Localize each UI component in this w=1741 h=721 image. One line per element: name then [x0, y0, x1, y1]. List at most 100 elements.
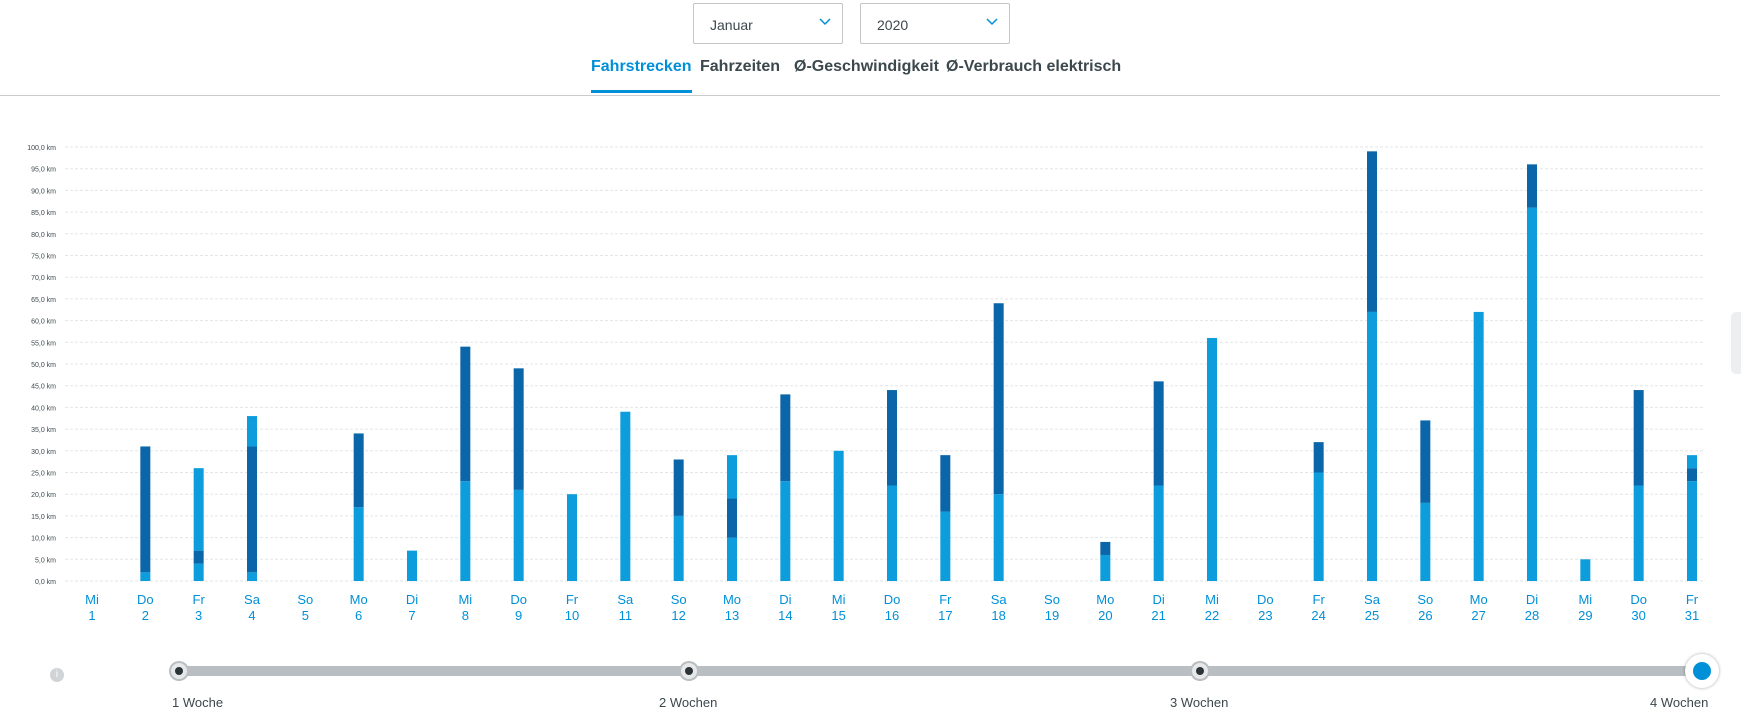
y-tick-label: 60,0 km [31, 319, 56, 326]
side-scroll-handle[interactable] [1731, 312, 1741, 374]
bar-segment[interactable] [247, 572, 257, 581]
bar-segment[interactable] [1633, 390, 1644, 486]
bar-segment[interactable] [1527, 207, 1537, 581]
y-tick-label: 50,0 km [31, 362, 56, 369]
bar-segment[interactable] [1687, 468, 1697, 482]
y-tick-label: 10,0 km [31, 536, 56, 543]
bar-segment[interactable] [887, 485, 897, 581]
x-tick-day: 18 [991, 608, 1005, 623]
bar-segment[interactable] [140, 446, 151, 573]
bar-segment[interactable] [513, 489, 524, 581]
bar-segment[interactable] [1633, 485, 1644, 581]
bar-segment[interactable] [460, 481, 471, 581]
bar-segment[interactable] [620, 411, 631, 581]
x-tick-day: 24 [1311, 608, 1325, 623]
bar-segment[interactable] [940, 455, 951, 512]
time-range-slider[interactable]: 1 Woche 2 Wochen 3 Wochen 4 Wochen [0, 650, 1741, 720]
bar-segment[interactable] [673, 459, 684, 516]
y-tick-label: 65,0 km [31, 297, 56, 304]
bar-segment[interactable] [567, 494, 577, 581]
bar-segment[interactable] [727, 537, 737, 581]
bar-segment[interactable] [460, 346, 471, 482]
bar-segment[interactable] [193, 550, 204, 564]
x-tick-weekday: Mi [85, 592, 99, 607]
bar-segment[interactable] [247, 446, 257, 573]
bar-segment[interactable] [780, 394, 791, 482]
x-tick-weekday: Fr [193, 592, 206, 607]
bar-segment[interactable] [1153, 381, 1164, 486]
x-tick-day: 1 [88, 608, 95, 623]
year-select[interactable]: 2020 [860, 3, 1010, 44]
bar-segment[interactable] [1420, 420, 1431, 503]
slider-handle-4-wochen[interactable] [1685, 654, 1719, 688]
bar-segment[interactable] [887, 390, 897, 486]
bar-segment[interactable] [193, 563, 204, 581]
y-tick-label: 80,0 km [31, 232, 56, 239]
slider-stop-3-wochen[interactable] [1192, 663, 1208, 679]
slider-label-3-wochen: 3 Wochen [1170, 695, 1229, 710]
bar-segment[interactable] [353, 433, 364, 508]
x-tick-weekday: Do [884, 592, 901, 607]
bar-segment[interactable] [407, 550, 417, 581]
slider-stop-1-woche[interactable] [171, 663, 187, 679]
bar-segment[interactable] [353, 507, 364, 581]
bar-segment[interactable] [673, 515, 684, 581]
x-tick-day: 10 [565, 608, 579, 623]
tab-fahrzeiten[interactable]: Fahrzeiten [700, 58, 780, 90]
bar-segment[interactable] [1313, 472, 1324, 582]
bar-segment[interactable] [1100, 554, 1111, 581]
slider-track[interactable] [178, 666, 1702, 676]
tab-fahrstrecken[interactable]: Fahrstrecken [591, 58, 692, 93]
bar-segment[interactable] [993, 303, 1004, 495]
bar-segment[interactable] [1580, 559, 1591, 581]
bar-segment[interactable] [940, 511, 951, 581]
bar-segment[interactable] [140, 572, 151, 581]
month-select[interactable]: Januar [693, 3, 843, 44]
x-tick-day: 27 [1471, 608, 1485, 623]
x-tick-weekday: Mo [723, 592, 741, 607]
bar-segment[interactable] [1100, 541, 1111, 555]
x-tick-day: 8 [462, 608, 469, 623]
distance-bar-chart: 0,0 km 5,0 km 10,0 km 15,0 km 20,0 km 25,0 km… [27, 145, 1705, 623]
tab-verbrauch-elektrisch[interactable]: Ø-Verbrauch elektrisch [946, 58, 1121, 90]
x-tick-day: 4 [248, 608, 255, 623]
bar-segment[interactable] [1420, 502, 1431, 581]
bar-segment[interactable] [833, 450, 844, 581]
bar-segment[interactable] [780, 481, 791, 581]
bar-segment[interactable] [993, 494, 1004, 581]
x-tick-weekday: Fr [939, 592, 952, 607]
x-tick-weekday: Sa [1364, 592, 1381, 607]
x-tick-day: 13 [725, 608, 739, 623]
bar-segment[interactable] [1473, 311, 1484, 581]
tab-geschwindigkeit[interactable]: Ø-Geschwindigkeit [794, 58, 939, 90]
x-tick-day: 5 [302, 608, 309, 623]
x-tick-day: 15 [831, 608, 845, 623]
x-tick-weekday: Di [1153, 592, 1165, 607]
slider-label-1-woche: 1 Woche [172, 695, 224, 710]
bar-segment[interactable] [727, 498, 737, 538]
x-tick-day: 11 [619, 608, 633, 623]
bar-segment[interactable] [1207, 337, 1217, 581]
x-tick-weekday: Sa [617, 592, 634, 607]
x-tick-weekday: Mi [1205, 592, 1219, 607]
bar-segment[interactable] [1313, 442, 1324, 473]
slider-stop-2-wochen[interactable] [681, 663, 697, 679]
x-tick-weekday: So [297, 592, 313, 607]
x-tick-weekday: Di [779, 592, 791, 607]
slider-label-2-wochen: 2 Wochen [659, 695, 718, 710]
bar-segment[interactable] [1367, 311, 1377, 581]
bar-segment[interactable] [513, 368, 524, 490]
filter-bar: Januar 2020 [0, 3, 1741, 45]
bar-segment[interactable] [727, 455, 737, 499]
y-tick-label: 40,0 km [31, 405, 56, 412]
bar-segment[interactable] [1153, 485, 1164, 581]
bar-segment[interactable] [1687, 481, 1697, 581]
bar-segment[interactable] [193, 468, 204, 551]
bar-segment[interactable] [1687, 455, 1697, 469]
bar-segment[interactable] [1527, 164, 1537, 208]
bar-segment[interactable] [1367, 151, 1377, 312]
y-tick-label: 55,0 km [31, 340, 56, 347]
x-tick-day: 26 [1418, 608, 1432, 623]
bar-segment[interactable] [247, 416, 257, 447]
x-tick-day: 29 [1578, 608, 1592, 623]
